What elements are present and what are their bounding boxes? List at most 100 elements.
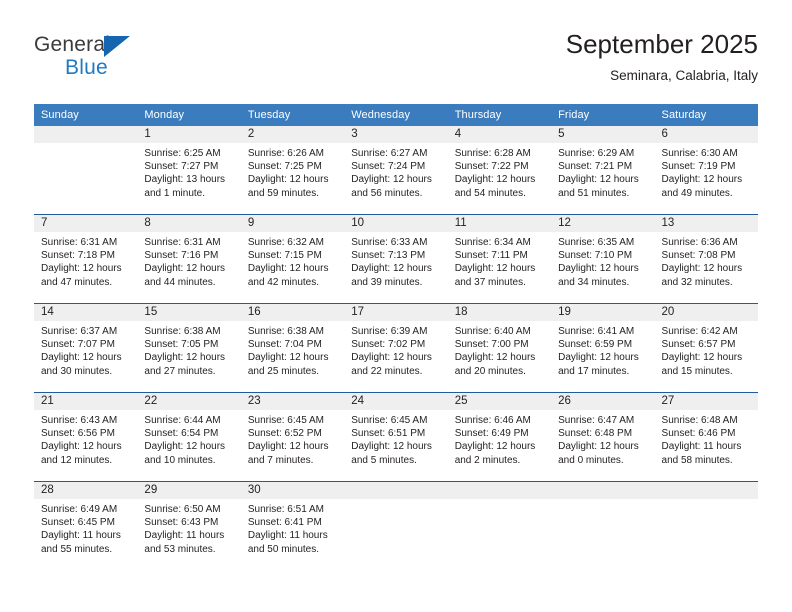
calendar-day-cell[interactable]: 15 Sunrise: 6:38 AM Sunset: 7:05 PM Dayligh… <box>137 303 241 393</box>
day-number: 20 <box>654 304 758 321</box>
calendar-day-cell[interactable]: 24 Sunrise: 6:45 AM Sunset: 6:51 PM Dayligh… <box>344 392 448 482</box>
title-block: September 2025 Seminara, Calabria, Italy <box>566 28 758 86</box>
daylight-text-line2: and 15 minutes. <box>661 365 733 377</box>
day-details: Sunrise: 6:31 AM Sunset: 7:16 PM Daylight:… <box>137 232 240 289</box>
daylight-text-line2: and 22 minutes. <box>351 365 423 377</box>
sunrise-text: Sunrise: 6:48 AM <box>661 415 738 426</box>
daylight-text-line1: Daylight: 11 hours <box>661 441 742 453</box>
calendar-day-cell[interactable]: 25 Sunrise: 6:46 AM Sunset: 6:49 PM Dayligh… <box>447 392 552 482</box>
calendar-day-cell[interactable]: 3 Sunrise: 6:27 AM Sunset: 7:24 PM Daylight… <box>344 126 448 215</box>
sunset-text: Sunset: 7:22 PM <box>454 161 529 173</box>
calendar-day-cell[interactable]: 29 Sunrise: 6:50 AM Sunset: 6:43 PM Dayligh… <box>137 481 241 570</box>
sunrise-text: Sunrise: 6:49 AM <box>41 504 118 515</box>
daylight-text-line2: and 59 minutes. <box>247 187 320 199</box>
calendar-day-cell[interactable]: 5 Sunrise: 6:29 AM Sunset: 7:21 PM Daylight… <box>551 126 655 215</box>
daylight-text-line2: and 39 minutes. <box>351 276 423 288</box>
daylight-text-line1: Daylight: 12 hours <box>661 263 743 275</box>
day-details: Sunrise: 6:45 AM Sunset: 6:52 PM Daylight:… <box>241 410 344 467</box>
day-details: Sunrise: 6:37 AM Sunset: 7:07 PM Daylight:… <box>34 321 137 378</box>
day-number: 6 <box>654 126 758 143</box>
day-number: 7 <box>34 215 138 232</box>
calendar-day-cell[interactable]: 10 Sunrise: 6:33 AM Sunset: 7:13 PM Dayligh… <box>344 214 448 304</box>
calendar-day-cell[interactable]: 30 Sunrise: 6:51 AM Sunset: 6:41 PM Dayligh… <box>240 481 345 570</box>
calendar-day-cell[interactable]: 11 Sunrise: 6:34 AM Sunset: 7:11 PM Dayligh… <box>447 214 552 304</box>
daylight-text-line1: Daylight: 12 hours <box>454 263 536 275</box>
sunrise-text: Sunrise: 6:46 AM <box>454 415 531 426</box>
daylight-text-line2: and 12 minutes. <box>41 454 113 466</box>
day-details: Sunrise: 6:26 AM Sunset: 7:25 PM Daylight:… <box>241 143 344 200</box>
sunrise-text: Sunrise: 6:28 AM <box>454 148 531 159</box>
calendar-day-cell[interactable]: 1 Sunrise: 6:25 AM Sunset: 7:27 PM Daylight… <box>137 126 241 215</box>
day-number: 22 <box>137 393 241 410</box>
day-cell-inner <box>34 126 138 214</box>
sunset-text: Sunset: 7:25 PM <box>247 161 322 173</box>
day-cell-inner: 7 Sunrise: 6:31 AM Sunset: 7:18 PM Daylight… <box>34 215 138 303</box>
calendar-day-cell[interactable]: 9 Sunrise: 6:32 AM Sunset: 7:15 PM Daylight… <box>240 214 345 304</box>
day-cell-inner: 1 Sunrise: 6:25 AM Sunset: 7:27 PM Daylight… <box>137 126 241 214</box>
calendar-day-cell[interactable]: 7 Sunrise: 6:31 AM Sunset: 7:18 PM Daylight… <box>34 214 138 304</box>
daylight-text-line1: Daylight: 12 hours <box>247 441 329 453</box>
calendar-day-cell[interactable]: 26 Sunrise: 6:47 AM Sunset: 6:48 PM Dayligh… <box>551 392 655 482</box>
day-details: Sunrise: 6:29 AM Sunset: 7:21 PM Daylight:… <box>551 143 654 200</box>
sunset-text: Sunset: 7:13 PM <box>351 250 426 262</box>
day-number: 21 <box>34 393 138 410</box>
day-number: 27 <box>654 393 758 410</box>
calendar-day-cell[interactable]: 2 Sunrise: 6:26 AM Sunset: 7:25 PM Daylight… <box>240 126 345 215</box>
day-cell-inner: 23 Sunrise: 6:45 AM Sunset: 6:52 PM Dayligh… <box>240 393 345 481</box>
calendar-day-cell[interactable]: 6 Sunrise: 6:30 AM Sunset: 7:19 PM Daylight… <box>654 126 758 215</box>
calendar-week-row: 7 Sunrise: 6:31 AM Sunset: 7:18 PM Daylight… <box>34 214 758 304</box>
calendar-day-cell[interactable]: 4 Sunrise: 6:28 AM Sunset: 7:22 PM Daylight… <box>447 126 552 215</box>
day-number: 5 <box>551 126 655 143</box>
logo-text-blue: Blue <box>65 56 108 79</box>
daylight-text-line2: and 34 minutes. <box>558 276 630 288</box>
day-details: Sunrise: 6:27 AM Sunset: 7:24 PM Daylight:… <box>344 143 447 200</box>
calendar-day-cell[interactable]: 17 Sunrise: 6:39 AM Sunset: 7:02 PM Dayligh… <box>344 303 448 393</box>
calendar-day-cell[interactable]: 12 Sunrise: 6:35 AM Sunset: 7:10 PM Dayligh… <box>551 214 655 304</box>
day-cell-inner <box>551 482 655 570</box>
weekday-header-saturday: Saturday <box>654 104 758 126</box>
sunset-text: Sunset: 6:46 PM <box>661 428 736 440</box>
sunset-text: Sunset: 6:43 PM <box>144 517 219 529</box>
sunrise-text: Sunrise: 6:50 AM <box>144 504 221 515</box>
day-number: 29 <box>137 482 241 499</box>
sunset-text: Sunset: 6:56 PM <box>41 428 115 440</box>
day-number <box>34 126 138 143</box>
calendar-day-cell[interactable]: 16 Sunrise: 6:38 AM Sunset: 7:04 PM Dayligh… <box>240 303 345 393</box>
sunset-text: Sunset: 7:00 PM <box>454 339 529 351</box>
sunset-text: Sunset: 7:04 PM <box>247 339 322 351</box>
day-cell-inner: 28 Sunrise: 6:49 AM Sunset: 6:45 PM Dayligh… <box>34 482 138 570</box>
calendar-day-cell[interactable]: 14 Sunrise: 6:37 AM Sunset: 7:07 PM Dayligh… <box>34 303 138 393</box>
day-details: Sunrise: 6:35 AM Sunset: 7:10 PM Daylight:… <box>551 232 654 289</box>
sunrise-text: Sunrise: 6:31 AM <box>144 237 221 248</box>
sunrise-text: Sunrise: 6:29 AM <box>558 148 635 159</box>
calendar-day-cell[interactable]: 20 Sunrise: 6:42 AM Sunset: 6:57 PM Dayligh… <box>654 303 758 393</box>
calendar-day-cell[interactable]: 28 Sunrise: 6:49 AM Sunset: 6:45 PM Dayligh… <box>34 481 138 570</box>
day-details <box>344 499 447 503</box>
sunrise-text: Sunrise: 6:30 AM <box>661 148 738 159</box>
day-number: 12 <box>551 215 655 232</box>
day-number: 9 <box>240 215 345 232</box>
daylight-text-line1: Daylight: 12 hours <box>351 352 432 364</box>
calendar-table: Sunday Monday Tuesday Wednesday Thursday… <box>34 104 758 570</box>
calendar-week-row: 14 Sunrise: 6:37 AM Sunset: 7:07 PM Dayligh… <box>34 303 758 393</box>
daylight-text-line1: Daylight: 12 hours <box>454 441 536 453</box>
calendar-day-cell[interactable]: 8 Sunrise: 6:31 AM Sunset: 7:16 PM Daylight… <box>137 214 241 304</box>
calendar-day-cell[interactable]: 22 Sunrise: 6:44 AM Sunset: 6:54 PM Dayligh… <box>137 392 241 482</box>
calendar-day-cell[interactable]: 21 Sunrise: 6:43 AM Sunset: 6:56 PM Dayligh… <box>34 392 138 482</box>
daylight-text-line1: Daylight: 12 hours <box>247 352 329 364</box>
day-cell-inner <box>344 482 448 570</box>
calendar-day-cell[interactable]: 27 Sunrise: 6:48 AM Sunset: 6:46 PM Dayligh… <box>654 392 758 482</box>
daylight-text-line1: Daylight: 12 hours <box>661 352 743 364</box>
calendar-day-cell[interactable]: 19 Sunrise: 6:41 AM Sunset: 6:59 PM Dayligh… <box>551 303 655 393</box>
day-cell-inner: 21 Sunrise: 6:43 AM Sunset: 6:56 PM Dayligh… <box>34 393 138 481</box>
daylight-text-line1: Daylight: 12 hours <box>454 174 536 186</box>
calendar-day-cell[interactable]: 23 Sunrise: 6:45 AM Sunset: 6:52 PM Dayligh… <box>240 392 345 482</box>
generalblue-logo[interactable]: General Blue <box>34 33 234 85</box>
calendar-day-cell[interactable]: 18 Sunrise: 6:40 AM Sunset: 7:00 PM Dayligh… <box>447 303 552 393</box>
day-details: Sunrise: 6:36 AM Sunset: 7:08 PM Daylight:… <box>655 232 758 289</box>
day-cell-inner: 17 Sunrise: 6:39 AM Sunset: 7:02 PM Dayligh… <box>344 304 448 392</box>
sunset-text: Sunset: 7:15 PM <box>247 250 322 262</box>
calendar-day-cell[interactable]: 13 Sunrise: 6:36 AM Sunset: 7:08 PM Dayligh… <box>654 214 758 304</box>
daylight-text-line1: Daylight: 12 hours <box>247 174 329 186</box>
daylight-text-line2: and 20 minutes. <box>454 365 526 377</box>
